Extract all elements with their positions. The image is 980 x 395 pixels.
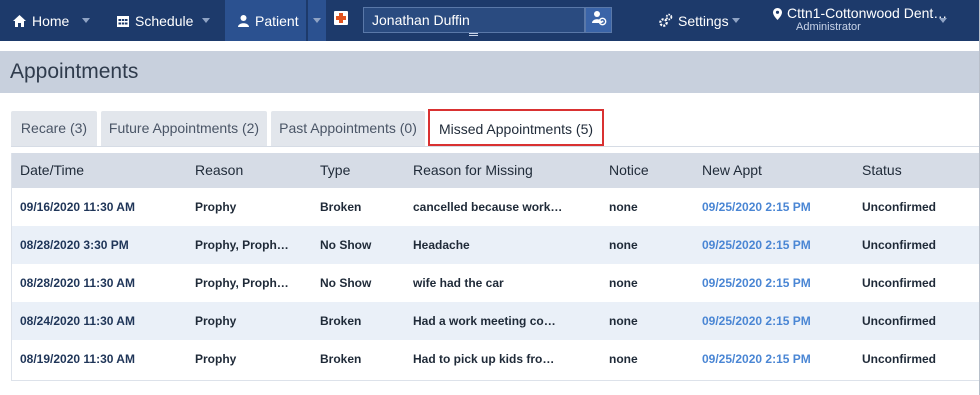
table-row[interactable]: 08/28/2020 11:30 AM Prophy, Proph… No Sh… (12, 264, 980, 302)
office-name: Cttn1-Cottonwood Dent… (787, 5, 948, 21)
map-pin-icon (773, 8, 782, 20)
tab-past-appointments[interactable]: Past Appointments (0) (271, 111, 425, 146)
column-header-type[interactable]: Type (320, 153, 350, 188)
tabs-underline (11, 146, 980, 147)
cell-reason: Prophy (195, 314, 237, 328)
cell-type: No Show (320, 276, 372, 290)
new-appt-link[interactable]: 09/25/2020 2:15 PM (702, 340, 811, 378)
cell-status: Unconfirmed (862, 352, 937, 366)
cell-reason: Prophy (195, 352, 237, 366)
column-header-notice[interactable]: Notice (609, 153, 649, 188)
home-menu-caret[interactable] (78, 0, 94, 41)
cell-reason: Prophy, Proph… (195, 238, 289, 252)
cell-date-time: 08/28/2020 3:30 PM (20, 238, 129, 252)
cell-reason: Prophy, Proph… (195, 276, 289, 290)
cell-type: Broken (320, 314, 362, 328)
cell-type: Broken (320, 352, 362, 366)
nav-home[interactable]: Home (13, 0, 69, 41)
cell-status: Unconfirmed (862, 314, 937, 328)
nav-office[interactable]: Cttn1-Cottonwood Dent… Administrator (773, 6, 947, 34)
tab-recare[interactable]: Recare (3) (11, 111, 97, 146)
patient-menu-caret[interactable] (308, 0, 326, 41)
column-header-reason[interactable]: Reason (195, 153, 243, 188)
cell-status: Unconfirmed (862, 238, 937, 252)
add-patient-icon[interactable] (334, 11, 348, 25)
cell-type: No Show (320, 238, 372, 252)
nav-settings-label: Settings (678, 12, 729, 29)
table-header: Date/Time Reason Type Reason for Missing… (12, 153, 980, 188)
missed-appointments-table: Date/Time Reason Type Reason for Missing… (11, 153, 980, 381)
calendar-icon (117, 15, 129, 27)
nav-settings[interactable]: Settings (658, 0, 729, 41)
header-spacer (0, 41, 980, 51)
header-resize-grip[interactable] (469, 33, 478, 38)
page-title-bar: Appointments (0, 51, 980, 93)
cell-type: Broken (320, 200, 362, 214)
nav-patient[interactable]: Patient (238, 0, 299, 41)
cell-notice: none (609, 200, 638, 214)
patient-search-button[interactable] (585, 7, 612, 33)
cell-date-time: 09/16/2020 11:30 AM (20, 200, 135, 214)
nav-schedule-label: Schedule (135, 12, 194, 29)
new-appt-link[interactable]: 09/25/2020 2:15 PM (702, 226, 811, 264)
cell-notice: none (609, 276, 638, 290)
cell-status: Unconfirmed (862, 200, 937, 214)
cell-notice: none (609, 314, 638, 328)
cell-reason-for-missing: Had to pick up kids fro… (413, 352, 555, 366)
gear-icon (658, 13, 673, 28)
top-nav: Home Schedule Patient Settings (0, 0, 980, 41)
patient-search-box[interactable] (363, 7, 585, 33)
cell-date-time: 08/24/2020 11:30 AM (20, 314, 135, 328)
cell-notice: none (609, 238, 638, 252)
new-appt-link[interactable]: 09/25/2020 2:15 PM (702, 264, 811, 302)
nav-patient-label: Patient (255, 12, 299, 29)
cell-date-time: 08/19/2020 11:30 AM (20, 352, 135, 366)
cell-reason-for-missing: cancelled because work… (413, 200, 563, 214)
schedule-menu-caret[interactable] (198, 0, 214, 41)
column-header-new-appt[interactable]: New Appt (702, 153, 762, 188)
table-row[interactable]: 08/28/2020 3:30 PM Prophy, Proph… No Sho… (12, 226, 980, 264)
nav-schedule[interactable]: Schedule (117, 0, 193, 41)
table-row[interactable]: 08/19/2020 11:30 AM Prophy Broken Had to… (12, 340, 980, 378)
cell-reason-for-missing: wife had the car (413, 276, 504, 290)
new-appt-link[interactable]: 09/25/2020 2:15 PM (702, 188, 811, 226)
column-header-status[interactable]: Status (862, 153, 902, 188)
nav-home-label: Home (32, 12, 70, 29)
table-row[interactable]: 09/16/2020 11:30 AM Prophy Broken cancel… (12, 188, 980, 226)
office-role: Administrator (796, 21, 861, 33)
cell-reason-for-missing: Headache (413, 238, 470, 252)
cell-notice: none (609, 352, 638, 366)
column-header-date-time[interactable]: Date/Time (20, 153, 84, 188)
new-appt-link[interactable]: 09/25/2020 2:15 PM (702, 302, 811, 340)
cell-status: Unconfirmed (862, 276, 937, 290)
table-row[interactable]: 08/24/2020 11:30 AM Prophy Broken Had a … (12, 302, 980, 340)
person-icon (238, 14, 249, 27)
patient-search-icon (591, 10, 607, 31)
cell-reason: Prophy (195, 200, 237, 214)
office-menu-caret[interactable] (936, 0, 950, 41)
settings-menu-caret[interactable] (729, 0, 743, 41)
cell-date-time: 08/28/2020 11:30 AM (20, 276, 135, 290)
patient-search-input[interactable] (372, 8, 582, 32)
tab-future-appointments[interactable]: Future Appointments (2) (101, 111, 267, 146)
page-title: Appointments (10, 60, 139, 83)
column-header-reason-for-missing[interactable]: Reason for Missing (413, 153, 533, 188)
tab-missed-appointments[interactable]: Missed Appointments (5) (428, 109, 604, 146)
home-icon (13, 14, 26, 27)
cell-reason-for-missing: Had a work meeting co… (413, 314, 556, 328)
